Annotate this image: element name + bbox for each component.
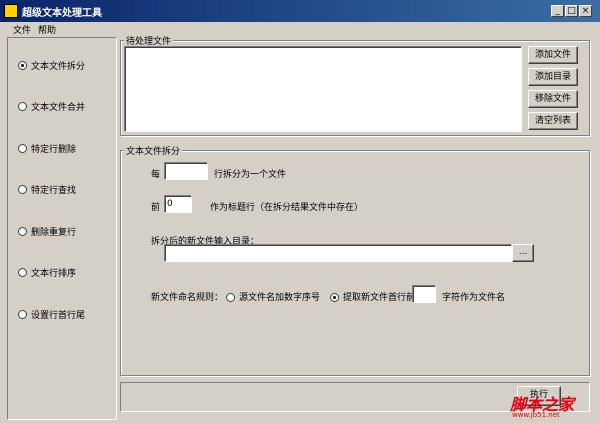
remove-file-button[interactable]: 移除文件 [528, 90, 578, 108]
nav-option-delete-lines[interactable]: 特定行删除 [18, 142, 76, 155]
radio-selected-icon [18, 61, 27, 70]
header-lines-input[interactable] [164, 195, 192, 213]
per-suffix-label: 行拆分为一个文件 [214, 170, 287, 180]
output-dir-input[interactable] [164, 244, 512, 262]
nav-option-sort[interactable]: 文本行排序 [18, 266, 76, 279]
minimize-button[interactable]: _ [551, 5, 564, 17]
head-label: 前 [151, 203, 161, 213]
watermark-url: www.jb51.net [512, 411, 560, 419]
naming-chars-suffix: 字符作为文件名 [442, 293, 506, 303]
clear-list-button[interactable]: 清空列表 [528, 112, 578, 130]
split-options-group [120, 150, 590, 376]
menu-file[interactable]: 文件 [13, 23, 31, 36]
close-button[interactable]: × [579, 5, 592, 17]
app-icon [4, 4, 18, 18]
radio-icon [18, 185, 27, 194]
split-group-title: 文本文件拆分 [124, 144, 183, 157]
naming-option-serial[interactable]: 源文件名加数字序号 [226, 290, 320, 303]
radio-icon [18, 310, 27, 319]
file-list[interactable] [124, 46, 522, 132]
radio-icon [18, 227, 27, 236]
radio-icon [226, 293, 235, 302]
name-chars-input[interactable] [412, 285, 436, 303]
naming-rule-label: 新文件命名规则： [151, 293, 224, 303]
browse-button[interactable]: ... [512, 244, 534, 262]
lines-per-file-input[interactable] [164, 162, 208, 180]
nav-option-merge[interactable]: 文本文件合并 [18, 100, 85, 113]
nav-option-dedupe[interactable]: 删除重复行 [18, 225, 76, 238]
nav-option-find-lines[interactable]: 特定行查找 [18, 183, 76, 196]
window-title: 超级文本处理工具 [22, 8, 102, 19]
radio-icon [18, 144, 27, 153]
maximize-button[interactable]: □ [565, 5, 578, 17]
radio-icon [18, 102, 27, 111]
menu-help[interactable]: 帮助 [38, 23, 56, 36]
nav-option-split[interactable]: 文本文件拆分 [18, 59, 85, 72]
add-file-button[interactable]: 添加文件 [528, 46, 578, 64]
function-nav-panel: 文本文件拆分 文本文件合并 特定行删除 特定行查找 删除重复行 文本行排序 设置… [7, 37, 117, 420]
radio-icon [18, 268, 27, 277]
menu-bar: 文件 帮助 [0, 22, 600, 37]
per-label: 每 [151, 170, 161, 180]
naming-option-first-line[interactable]: 提取新文件首行前 [330, 290, 415, 303]
nav-option-prefix-suffix[interactable]: 设置行首行尾 [18, 308, 85, 321]
watermark: 脚本之家 www.jb51.net [510, 391, 596, 419]
add-directory-button[interactable]: 添加目录 [528, 68, 578, 86]
title-bar: 超级文本处理工具 _ □ × [0, 0, 600, 22]
head-suffix-label: 作为标题行（在拆分结果文件中存在） [210, 203, 364, 213]
radio-selected-icon [330, 293, 339, 302]
